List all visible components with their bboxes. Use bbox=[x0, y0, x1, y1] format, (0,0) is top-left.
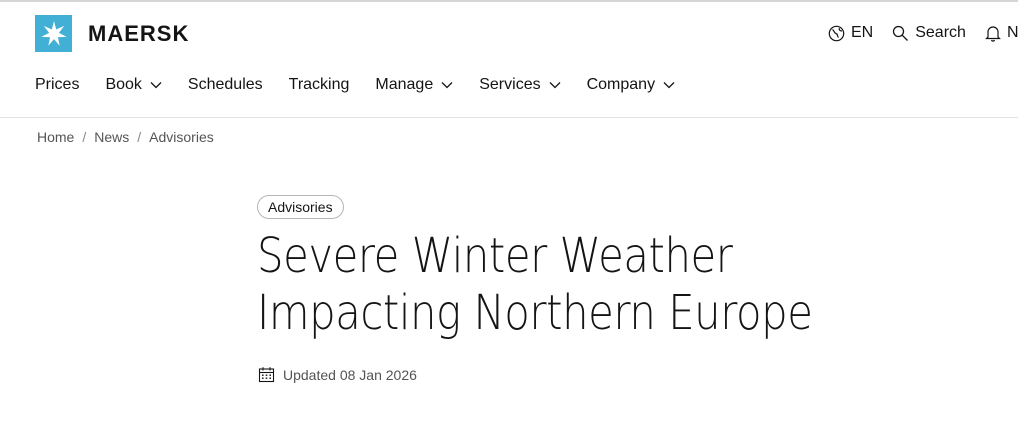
notifications-label: No bbox=[1006, 24, 1018, 41]
breadcrumb-separator: / bbox=[82, 129, 87, 145]
updated-text: Updated 08 Jan 2026 bbox=[283, 366, 417, 383]
updated-date: Updated 08 Jan 2026 bbox=[258, 366, 417, 383]
nav-item-label: Book bbox=[105, 76, 142, 93]
chevron-down-icon bbox=[549, 82, 561, 89]
bell-icon bbox=[984, 25, 1001, 42]
notifications-button[interactable]: No bbox=[984, 24, 1018, 42]
chevron-down-icon bbox=[150, 82, 162, 89]
nav-item-label: Services bbox=[479, 76, 541, 93]
top-border bbox=[0, 0, 1018, 2]
language-label: EN bbox=[851, 24, 874, 41]
star-logo-icon bbox=[35, 15, 72, 52]
nav-item-label: Schedules bbox=[187, 76, 263, 93]
globe-icon bbox=[828, 25, 845, 41]
nav-item-schedules[interactable]: Schedules bbox=[188, 76, 263, 94]
maersk-logo[interactable]: MAERSK bbox=[35, 15, 189, 52]
nav-item-label: Prices bbox=[35, 76, 80, 93]
header-divider bbox=[0, 117, 1018, 118]
chevron-down-icon bbox=[663, 82, 675, 89]
language-selector[interactable]: EN bbox=[828, 24, 873, 42]
nav-item-label: Tracking bbox=[288, 76, 350, 93]
search-icon bbox=[893, 25, 909, 41]
breadcrumb: Home / News / Advisories bbox=[37, 129, 214, 145]
category-tag[interactable]: Advisories bbox=[257, 195, 344, 219]
chevron-down-icon bbox=[441, 82, 453, 89]
search-label: Search bbox=[915, 24, 966, 41]
nav-item-manage[interactable]: Manage bbox=[375, 76, 453, 94]
brand-name: MAERSK bbox=[88, 20, 190, 46]
breadcrumb-home[interactable]: Home bbox=[37, 129, 74, 145]
article-title: Severe Winter Weather Impacting Northern… bbox=[257, 228, 813, 341]
nav-item-tracking[interactable]: Tracking bbox=[289, 76, 350, 94]
nav-item-label: Company bbox=[586, 76, 656, 93]
nav-item-label: Manage bbox=[375, 76, 434, 93]
nav-item-company[interactable]: Company bbox=[587, 76, 675, 94]
nav-item-book[interactable]: Book bbox=[105, 76, 162, 94]
nav-item-services[interactable]: Services bbox=[479, 76, 561, 94]
breadcrumb-news[interactable]: News bbox=[94, 129, 129, 145]
utility-bar: EN Search No bbox=[828, 24, 1018, 42]
main-nav: Prices Book Schedules Tracking Manage Se… bbox=[35, 76, 701, 94]
nav-item-prices[interactable]: Prices bbox=[35, 76, 79, 94]
calendar-icon bbox=[258, 367, 275, 383]
breadcrumb-advisories[interactable]: Advisories bbox=[149, 129, 214, 145]
search-button[interactable]: Search bbox=[892, 24, 966, 42]
breadcrumb-separator: / bbox=[137, 129, 142, 145]
